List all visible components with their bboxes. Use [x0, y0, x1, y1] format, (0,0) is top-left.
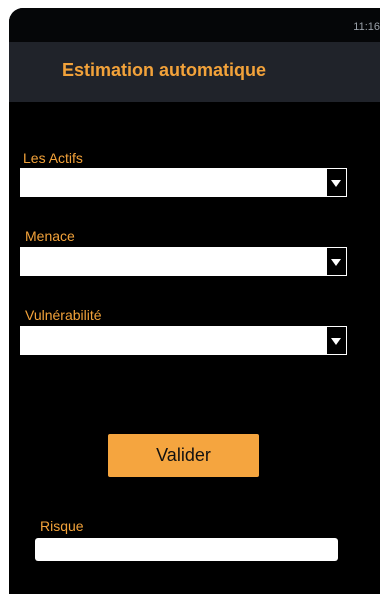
phone-screen: 11:16 Estimation automatique Les Actifs … [9, 8, 380, 594]
valider-button[interactable]: Valider [108, 434, 259, 477]
chevron-down-icon[interactable] [327, 169, 346, 196]
vulnerabilite-dropdown[interactable] [20, 326, 347, 355]
status-bar: 11:16 [9, 8, 380, 42]
chevron-down-icon[interactable] [327, 327, 346, 354]
actifs-dropdown[interactable] [20, 168, 347, 197]
risque-label: Risque [40, 518, 84, 534]
app-bar: Estimation automatique [9, 42, 380, 102]
status-time: 11:16 [353, 21, 380, 33]
page-title: Estimation automatique [62, 60, 267, 80]
risque-field[interactable] [35, 538, 338, 561]
menace-dropdown[interactable] [20, 247, 347, 276]
chevron-down-icon[interactable] [327, 248, 346, 275]
menace-label: Menace [25, 228, 75, 244]
vulnerabilite-label: Vulnérabilité [25, 307, 102, 323]
actifs-label: Les Actifs [23, 150, 83, 166]
